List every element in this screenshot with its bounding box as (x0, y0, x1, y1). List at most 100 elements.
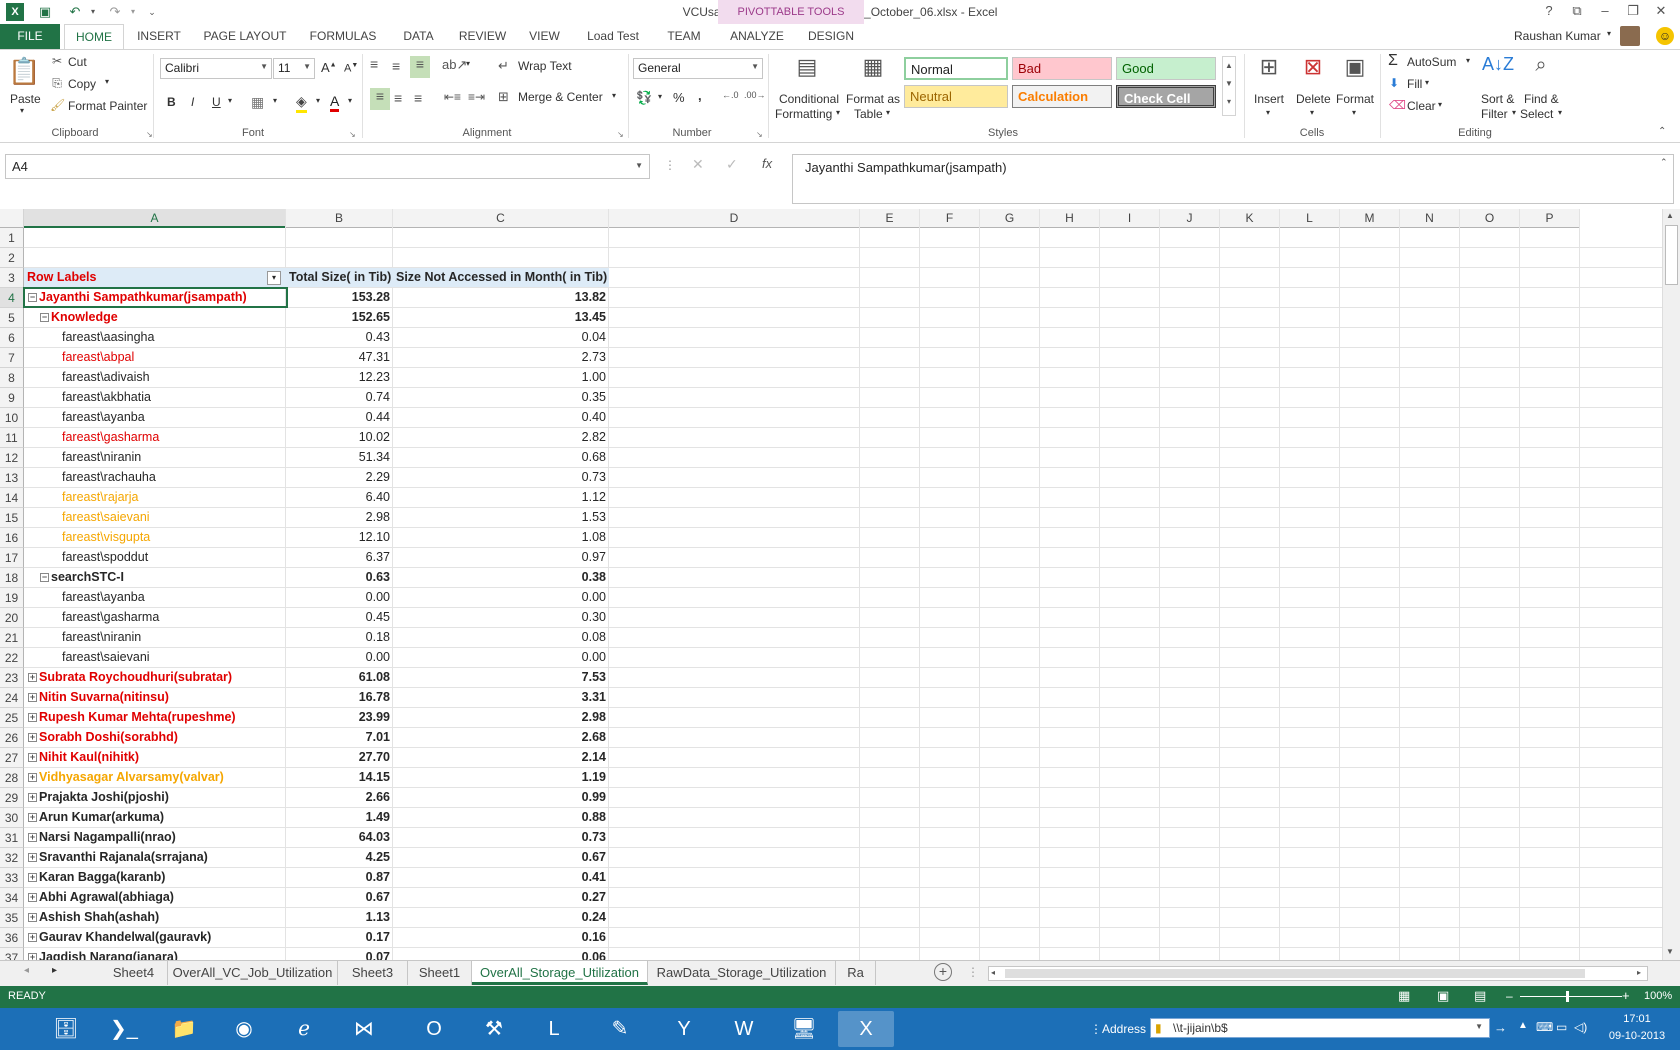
insert-cells-icon[interactable]: ⊞ (1254, 54, 1284, 84)
row-label-cell[interactable]: fareast\visgupta (24, 528, 286, 547)
size-not-accessed-cell[interactable]: 0.27 (393, 888, 609, 907)
align-left-icon[interactable]: ≡ (370, 88, 390, 110)
table-row[interactable]: fareast\abpal 47.31 2.73 (24, 348, 1662, 368)
filter-dropdown-icon[interactable]: ▾ (267, 271, 281, 285)
number-format-combo[interactable]: General ▼ (633, 58, 763, 79)
expand-icon[interactable]: + (28, 713, 37, 723)
size-not-accessed-cell[interactable]: 0.00 (393, 648, 609, 667)
tools-icon[interactable]: ⚒ (466, 1011, 522, 1047)
total-size-cell[interactable]: 27.70 (286, 748, 393, 767)
expand-icon[interactable]: + (28, 893, 37, 903)
clear-button[interactable]: Clear (1407, 99, 1436, 113)
table-row[interactable]: + Abhi Agrawal(abhiaga) 0.67 0.27 (24, 888, 1662, 908)
size-not-accessed-cell[interactable]: 0.38 (393, 568, 609, 587)
autosum-dropdown-icon[interactable]: ▾ (1466, 56, 1470, 65)
size-not-accessed-cell[interactable]: 2.82 (393, 428, 609, 447)
delete-dropdown-icon[interactable]: ▾ (1310, 108, 1314, 117)
shrink-font-icon[interactable]: A▼ (344, 62, 358, 75)
scrollbar-thumb[interactable] (1665, 225, 1678, 285)
name-box[interactable]: A4 ▼ (5, 154, 650, 179)
table-row[interactable]: fareast\saievani 2.98 1.53 (24, 508, 1662, 528)
scroll-down-icon[interactable]: ▼ (1666, 947, 1674, 956)
row-header[interactable]: 26 (0, 728, 24, 748)
minimize-icon[interactable]: – (1594, 3, 1616, 21)
sort-filter-dropdown-icon[interactable]: ▾ (1512, 108, 1516, 117)
cut-icon[interactable]: ✂ (50, 54, 64, 68)
row-header[interactable]: 25 (0, 708, 24, 728)
expand-icon[interactable]: + (28, 813, 37, 823)
name-box-dropdown-icon[interactable]: ▼ (635, 161, 643, 170)
table-row[interactable]: + Narsi Nagampalli(nrao) 64.03 0.73 (24, 828, 1662, 848)
size-not-accessed-cell[interactable]: 2.73 (393, 348, 609, 367)
remote-desktop-icon[interactable]: 🖥 (776, 1011, 832, 1047)
row-header[interactable]: 1 (0, 228, 24, 248)
row-label-cell[interactable]: + Rupesh Kumar Mehta(rupeshme) (24, 708, 286, 727)
size-not-accessed-cell[interactable]: 0.73 (393, 468, 609, 487)
page-layout-view-icon[interactable]: ▣ (1437, 988, 1449, 1004)
insert-dropdown-icon[interactable]: ▾ (1266, 108, 1270, 117)
sheet-tab[interactable]: OverAll_VC_Job_Utilization (168, 961, 338, 985)
table-row[interactable]: fareast\akbhatia 0.74 0.35 (24, 388, 1662, 408)
column-header-h[interactable]: H (1040, 209, 1100, 228)
decrease-decimal-icon[interactable]: .00→ (744, 90, 766, 100)
normal-view-icon[interactable]: ▦ (1398, 988, 1410, 1004)
total-size-cell[interactable]: 0.00 (286, 588, 393, 607)
total-size-cell[interactable]: 0.74 (286, 388, 393, 407)
row-label-cell[interactable]: + Jagdish Narang(janara) (24, 948, 286, 960)
row-label-cell[interactable]: fareast\ayanba (24, 408, 286, 427)
sheet-tab[interactable]: Sheet3 (338, 961, 408, 985)
delete-cells-icon[interactable]: ⊠ (1298, 54, 1328, 84)
row-label-cell[interactable]: fareast\gasharma (24, 428, 286, 447)
total-size-cell[interactable]: 6.40 (286, 488, 393, 507)
row-header[interactable]: 2 (0, 248, 24, 268)
row-header[interactable]: 21 (0, 628, 24, 648)
collapse-icon[interactable]: − (40, 573, 49, 583)
total-size-cell[interactable]: 0.67 (286, 888, 393, 907)
total-size-header[interactable]: Total Size( in Tib) (286, 268, 393, 287)
styles-gallery-scroll[interactable]: ▲ ▼ ▾ (1222, 56, 1236, 116)
total-size-cell[interactable]: 0.45 (286, 608, 393, 627)
expand-icon[interactable]: + (28, 733, 37, 743)
row-header[interactable]: 34 (0, 888, 24, 908)
total-size-cell[interactable]: 0.18 (286, 628, 393, 647)
total-size-cell[interactable]: 64.03 (286, 828, 393, 847)
borders-icon[interactable]: ▦ (251, 94, 264, 111)
underline-dropdown-icon[interactable]: ▾ (228, 96, 232, 105)
wrap-text-icon[interactable]: ↵ (498, 58, 509, 74)
style-check-cell[interactable]: Check Cell (1116, 85, 1216, 108)
row-header[interactable]: 15 (0, 508, 24, 528)
conditional-formatting-icon[interactable]: ▤ (792, 54, 822, 84)
keyboard-icon[interactable]: ⌨ (1536, 1020, 1553, 1034)
sheet-prev-icon[interactable]: ◂ (24, 965, 29, 976)
row-header[interactable]: 18 (0, 568, 24, 588)
row-label-cell[interactable]: fareast\gasharma (24, 608, 286, 627)
row-label-cell[interactable]: + Gaurav Khandelwal(gauravk) (24, 928, 286, 947)
size-not-accessed-cell[interactable]: 1.12 (393, 488, 609, 507)
size-not-accessed-cell[interactable]: 0.97 (393, 548, 609, 567)
expand-icon[interactable]: + (28, 933, 37, 943)
row-label-cell[interactable]: − searchSTC-I (24, 568, 286, 587)
row-header[interactable]: 14 (0, 488, 24, 508)
paste-icon[interactable]: 📋 (8, 56, 40, 88)
column-header-e[interactable]: E (860, 209, 920, 228)
row-label-cell[interactable]: fareast\akbhatia (24, 388, 286, 407)
network-icon[interactable]: ▭ (1556, 1020, 1567, 1034)
row-label-cell[interactable]: + Nitin Suvarna(nitinsu) (24, 688, 286, 707)
avatar[interactable] (1620, 26, 1640, 46)
table-row[interactable]: fareast\ayanba 0.44 0.40 (24, 408, 1662, 428)
insert-function-icon[interactable]: fx (762, 156, 772, 171)
volume-icon[interactable]: ◁) (1574, 1020, 1587, 1034)
row-header[interactable]: 24 (0, 688, 24, 708)
size-not-accessed-cell[interactable]: 0.04 (393, 328, 609, 347)
orientation-icon[interactable]: ab↗ (442, 57, 467, 73)
table-row[interactable]: fareast\saievani 0.00 0.00 (24, 648, 1662, 668)
row-label-cell[interactable]: fareast\ayanba (24, 588, 286, 607)
word-icon[interactable]: W (716, 1011, 772, 1047)
total-size-cell[interactable]: 23.99 (286, 708, 393, 727)
size-not-accessed-cell[interactable]: 7.53 (393, 668, 609, 687)
scroll-right-icon[interactable]: ▸ (1637, 968, 1641, 977)
style-bad[interactable]: Bad (1012, 57, 1112, 80)
table-row[interactable]: + Nitin Suvarna(nitinsu) 16.78 3.31 (24, 688, 1662, 708)
table-row[interactable] (24, 248, 1662, 268)
row-header[interactable]: 4 (0, 288, 24, 308)
